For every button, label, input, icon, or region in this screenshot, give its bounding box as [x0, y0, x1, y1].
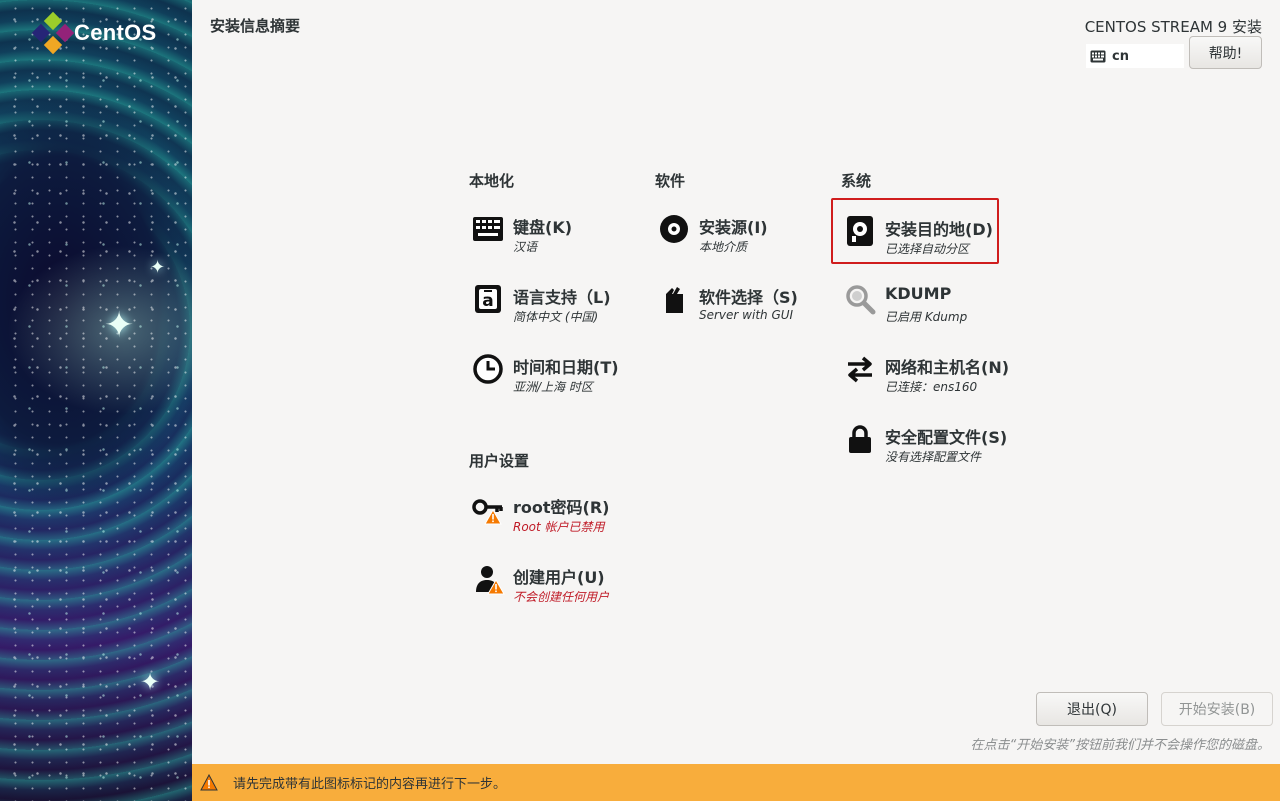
spoke-network-hostname[interactable]: 网络和主机名(N) 已连接：ens160: [841, 338, 1011, 404]
keyboard-icon: [1090, 50, 1106, 62]
warning-icon: [200, 773, 218, 790]
spoke-installation-destination[interactable]: 安装目的地(D) 已选择自动分区: [831, 198, 999, 264]
spoke-installation-source[interactable]: 安装源(I) 本地介质: [655, 198, 825, 264]
category-user-settings-title: 用户设置: [469, 452, 530, 470]
disc-icon: [660, 215, 688, 243]
spoke-status: Root 帐户已禁用: [513, 520, 605, 534]
centos-logo-mark-icon: [31, 11, 75, 55]
centos-logo-text: CentOS: [74, 20, 157, 45]
star-field: [0, 0, 192, 801]
spoke-title: 创建用户(U): [513, 568, 605, 587]
spoke-title: 键盘(K): [513, 218, 573, 237]
page-title: 安装信息摘要: [210, 17, 301, 35]
spoke-title: KDUMP: [885, 284, 952, 303]
spoke-title: 语言支持（L): [513, 288, 611, 307]
warning-message: 请先完成带有此图标标记的内容再进行下一步。: [233, 777, 507, 792]
network-arrows-icon: [848, 356, 872, 383]
spoke-title: 网络和主机名(N): [885, 358, 1010, 377]
spoke-status: 已启用 Kdump: [885, 310, 968, 324]
key-warning-icon: [472, 499, 503, 525]
lock-icon: [849, 425, 871, 453]
disk-safety-note: 在点击“开始安装”按钮前我们并不会操作您的磁盘。: [970, 738, 1270, 753]
spoke-language-support[interactable]: a 语言支持（L) 简体中文 (中国): [469, 268, 639, 334]
spoke-status: 已选择自动分区: [885, 242, 970, 256]
keyboard-layout-label: cn: [1112, 48, 1129, 64]
hard-disk-icon: [847, 216, 873, 246]
spoke-status: 没有选择配置文件: [885, 450, 982, 464]
spoke-software-selection[interactable]: 软件选择（S) Server with GUI: [655, 268, 825, 334]
spoke-title: 时间和日期(T): [513, 358, 619, 377]
spoke-create-user[interactable]: 创建用户(U) 不会创建任何用户: [469, 548, 639, 614]
category-localization-title: 本地化: [469, 172, 515, 190]
centos-logo: CentOS: [31, 11, 157, 55]
spoke-kdump[interactable]: KDUMP 已启用 Kdump: [841, 268, 1011, 334]
begin-installation-button[interactable]: 开始安装(B): [1161, 692, 1273, 726]
spoke-status: 已连接：ens160: [885, 380, 978, 394]
spoke-title: 安装目的地(D): [885, 220, 993, 239]
clock-icon: [473, 354, 503, 384]
keyboard-layout-indicator[interactable]: cn: [1086, 44, 1184, 68]
spoke-security-profile[interactable]: 安全配置文件(S) 没有选择配置文件: [841, 408, 1011, 474]
category-system-title: 系统: [841, 172, 872, 190]
spoke-title: 安装源(I): [699, 218, 768, 237]
spoke-status: 本地介质: [699, 240, 748, 254]
user-warning-icon: [476, 566, 505, 595]
spoke-title: 安全配置文件(S): [885, 428, 1008, 447]
spoke-status: 不会创建任何用户: [513, 590, 610, 604]
language-icon: a: [475, 285, 501, 313]
spoke-title: root密码(R): [513, 498, 610, 517]
help-button[interactable]: 帮助!: [1189, 36, 1262, 69]
spoke-time-date[interactable]: 时间和日期(T) 亚洲/上海 时区: [469, 338, 639, 404]
sparkle-decoration: ✦: [150, 257, 166, 278]
warning-bar: 请先完成带有此图标标记的内容再进行下一步。: [192, 764, 1280, 801]
spoke-status: 简体中文 (中国): [513, 310, 599, 324]
keyboard-icon: [473, 217, 503, 241]
spoke-keyboard[interactable]: 键盘(K) 汉语: [469, 198, 639, 264]
spoke-status: 汉语: [513, 240, 538, 254]
svg-text:a: a: [482, 291, 493, 311]
sparkle-decoration: ✦: [104, 305, 135, 346]
product-title: CENTOS STREAM 9 安装: [1084, 18, 1262, 36]
spoke-title: 软件选择（S): [699, 288, 798, 307]
magnifier-icon: [846, 285, 876, 315]
sidebar-artwork: ✦ ✦ ✦ CentOS: [0, 0, 192, 801]
spoke-status: Server with GUI: [699, 308, 794, 322]
spoke-status: 亚洲/上海 时区: [513, 380, 593, 394]
spoke-root-password[interactable]: root密码(R) Root 帐户已禁用: [469, 478, 639, 544]
sparkle-decoration: ✦: [140, 668, 161, 696]
category-software-title: 软件: [655, 172, 686, 190]
quit-button[interactable]: 退出(Q): [1036, 692, 1148, 726]
package-icon: [666, 287, 683, 313]
